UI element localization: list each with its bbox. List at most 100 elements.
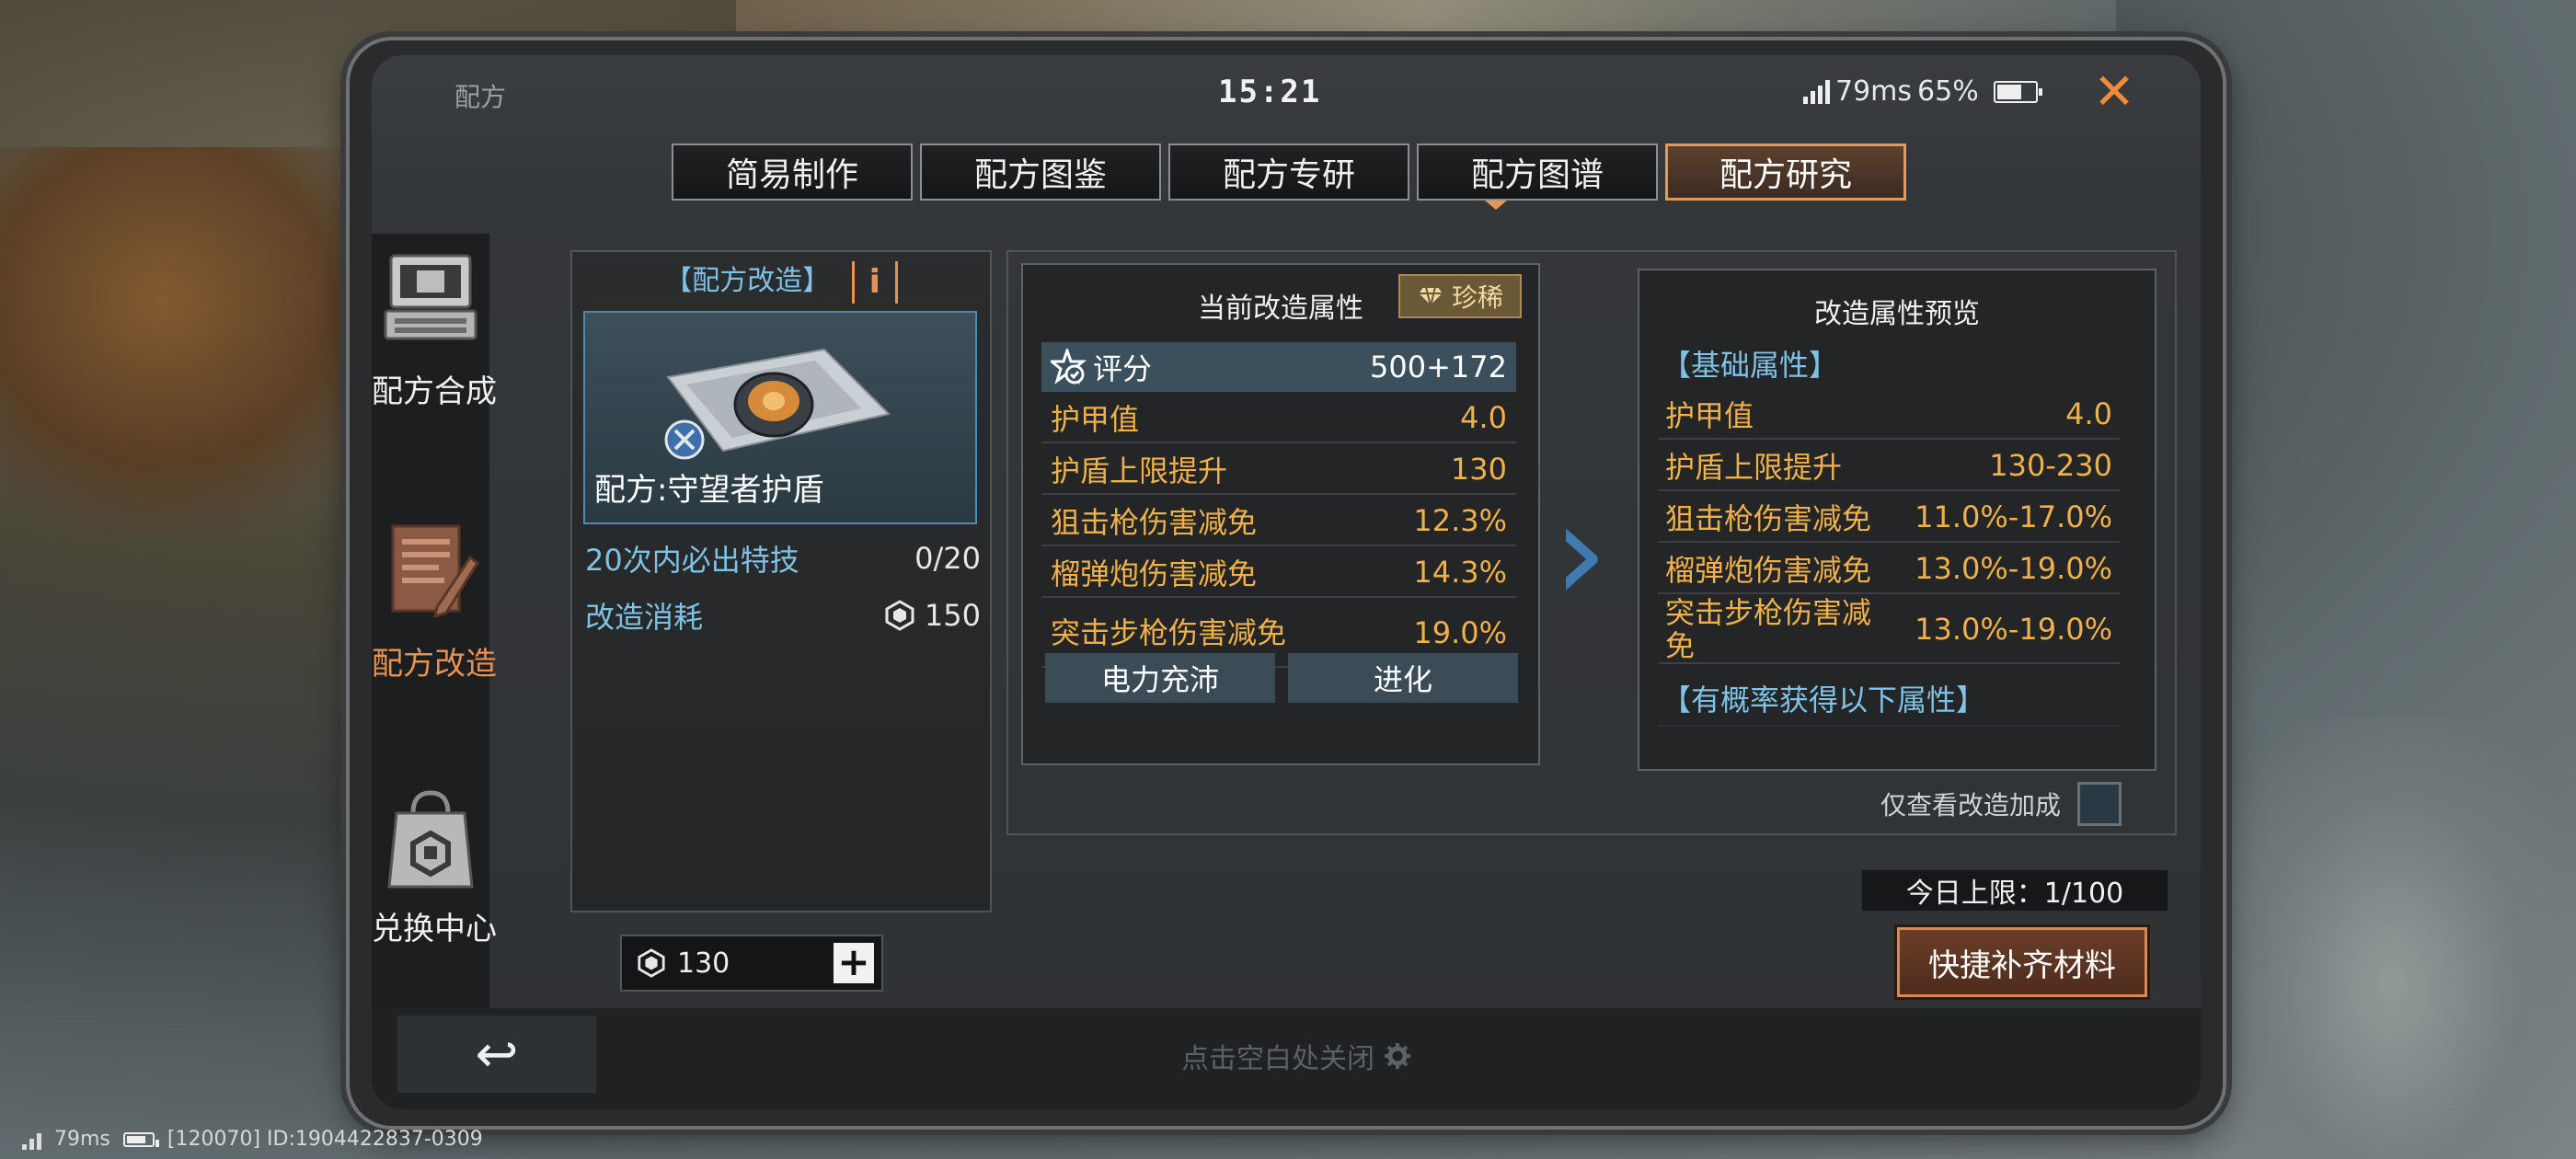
score-value: 500+172 [1370, 350, 1507, 384]
preview-attr-value: 130-230 [1989, 448, 2112, 483]
shopping-bag-icon [387, 790, 474, 889]
status-clock: 15:21 [1218, 74, 1322, 110]
footer-ping: 79ms [54, 1128, 110, 1151]
rarity-badge: 珍稀 [1398, 274, 1522, 318]
preview-attr-name: 护甲值 [1665, 398, 1754, 433]
back-button[interactable]: ↩ [397, 1016, 596, 1093]
attr-row: 护甲值 4.0 [1041, 394, 1516, 443]
document-pen-icon [391, 524, 480, 619]
back-arrow-icon: ↩ [475, 1024, 519, 1084]
signal-icon [22, 1130, 41, 1150]
preview-scroll-list[interactable] [1658, 725, 2120, 763]
preview-attr-name: 护盾上限提升 [1665, 450, 1843, 485]
close-hint[interactable]: 点击空白处关闭 [1181, 1036, 1411, 1076]
only-view-toggle: 仅查看改造加成 [1880, 782, 2122, 826]
recipe-card-title: 【配方改造】 [664, 265, 831, 297]
preview-section-chance: 【有概率获得以下属性】 [1662, 683, 1986, 717]
daily-limit: 今日上限：1/100 [1862, 870, 2168, 911]
active-tab-pointer [1485, 201, 1507, 210]
close-button[interactable]: ✕ [2088, 66, 2140, 118]
attr-name: 狙击枪伤害减免 [1051, 505, 1258, 540]
debug-footer: 79ms [120070] ID:1904422837-0309 [22, 1128, 483, 1151]
preview-row: 突击步枪伤害减免 13.0%-19.0% [1658, 596, 2120, 664]
diamond-icon [1416, 286, 1444, 307]
cost-label: 改造消耗 [585, 600, 704, 635]
sidebar-item-modify[interactable]: 配方改造 [372, 521, 497, 683]
computer-terminal-icon [384, 254, 477, 340]
tab-recipe-catalog[interactable]: 配方图鉴 [920, 143, 1161, 201]
info-button[interactable]: i [851, 260, 898, 304]
sidebar-item-label: 配方合成 [372, 373, 497, 410]
sidebar-item-exchange[interactable]: 兑换中心 [372, 786, 497, 948]
material-count-value: 130 [677, 947, 730, 980]
recipe-item-name: 配方:守望者护盾 [594, 472, 824, 509]
sidebar-item-synthesis[interactable]: 配方合成 [372, 248, 497, 411]
guarantee-value: 0/20 [914, 541, 981, 576]
score-row: 评分 500+172 [1041, 342, 1516, 392]
only-view-label: 仅查看改造加成 [1880, 790, 2062, 820]
battery-icon [122, 1131, 159, 1147]
recipe-card-header: 【配方改造】 i [572, 258, 990, 304]
preview-row: 护甲值 4.0 [1658, 390, 2120, 440]
attr-value: 14.3% [1413, 555, 1507, 590]
preview-attr-name: 突击步枪伤害减免 [1665, 595, 1872, 663]
tab-recipe-atlas[interactable]: 配方图谱 [1417, 143, 1658, 201]
only-view-checkbox[interactable] [2077, 782, 2122, 826]
attr-name: 护盾上限提升 [1051, 453, 1228, 488]
cost-row: 改造消耗 150 [585, 594, 981, 637]
star-badge-icon [1051, 349, 1087, 384]
rarity-label: 珍稀 [1451, 282, 1503, 313]
attr-name: 护甲值 [1051, 402, 1140, 437]
attr-value: 130 [1450, 452, 1507, 487]
recipe-item-slot[interactable]: 配方:守望者护盾 [583, 311, 977, 524]
quick-fill-materials-button[interactable]: 快捷补齐材料 [1897, 927, 2147, 997]
attr-name: 突击步枪伤害减免 [1051, 615, 1287, 650]
tab-recipe-research[interactable]: 配方研究 [1665, 143, 1906, 201]
attr-value: 19.0% [1413, 615, 1507, 650]
chevron-right-icon: › [1553, 473, 1608, 633]
preview-attr-value: 4.0 [2065, 396, 2112, 431]
score-label: 评分 [1093, 351, 1153, 386]
attr-value: 12.3% [1413, 503, 1507, 538]
material-stepper: 130 + [620, 935, 883, 992]
trait-power-button[interactable]: 电力充沛 [1045, 653, 1275, 703]
sidebar-item-label: 配方改造 [372, 646, 497, 683]
status-bar: 79ms 65% [1803, 75, 2042, 108]
attr-name: 榴弹炮伤害减免 [1051, 557, 1258, 591]
signal-icon [1803, 79, 1830, 104]
preview-attr-value: 11.0%-17.0% [1915, 499, 2112, 534]
attr-row: 榴弹炮伤害减免 14.3% [1041, 548, 1516, 598]
cost-value: 150 [924, 598, 981, 633]
recipe-card: 【配方改造】 i 配方:守望者护盾 20次内必出特技 0/20 改造消耗 150 [570, 250, 992, 912]
tab-recipe-study[interactable]: 配方专研 [1168, 143, 1409, 201]
footer-id: [120070] ID:1904422837-0309 [167, 1128, 483, 1151]
tab-simple-craft[interactable]: 简易制作 [672, 143, 913, 201]
preview-row: 榴弹炮伤害减免 13.0%-19.0% [1658, 545, 2120, 594]
preview-attr-name: 狙击枪伤害减免 [1665, 501, 1872, 536]
hex-material-icon [638, 948, 665, 978]
preview-row: 护盾上限提升 130-230 [1658, 442, 2120, 491]
close-hint-label: 点击空白处关闭 [1181, 1043, 1374, 1075]
score-label-group: 评分 [1051, 346, 1152, 388]
window-title: 配方 [454, 82, 507, 112]
status-battery-text: 65% [1917, 75, 1979, 108]
preview-attr-name: 榴弹炮伤害减免 [1665, 553, 1872, 588]
attr-row: 狙击枪伤害减免 12.3% [1041, 497, 1516, 546]
attr-row: 护盾上限提升 130 [1041, 445, 1516, 495]
preview-attr-value: 13.0%-19.0% [1915, 551, 2112, 586]
preview-title: 改造属性预览 [1814, 298, 1980, 330]
battery-icon [1993, 80, 2042, 103]
material-count: 130 [622, 947, 834, 980]
preview-attr-value: 13.0%-19.0% [1915, 612, 2112, 647]
hex-material-icon [885, 600, 914, 631]
gear-icon [1385, 1043, 1410, 1069]
status-ping: 79ms [1835, 75, 1913, 108]
cost-value-group: 150 [884, 594, 981, 637]
trait-evolve-button[interactable]: 进化 [1288, 653, 1518, 703]
preview-section-basic: 【基础属性】 [1662, 348, 1839, 383]
preview-panel: 改造属性预览 【基础属性】 护甲值 4.0 护盾上限提升 130-230 狙击枪… [1638, 269, 2156, 771]
guarantee-row: 20次内必出特技 0/20 [585, 537, 981, 580]
add-material-button[interactable]: + [834, 943, 874, 983]
preview-row: 狙击枪伤害减免 11.0%-17.0% [1658, 493, 2120, 543]
attr-value: 4.0 [1460, 400, 1507, 435]
